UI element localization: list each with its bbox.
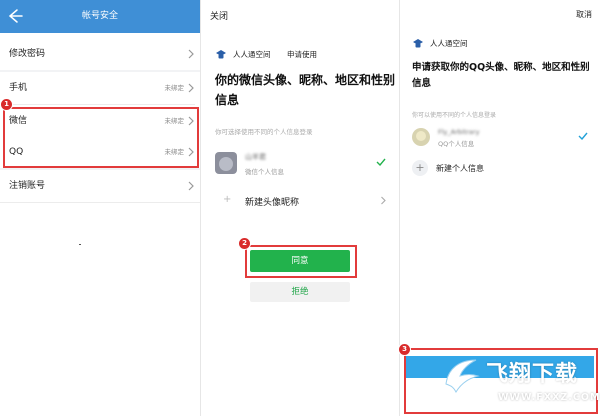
new-profile-label: 新建个人信息: [436, 164, 484, 173]
agree-button[interactable]: 同意: [250, 250, 350, 272]
chevron-right-icon: [188, 49, 194, 59]
step-badge-3: 3: [398, 343, 411, 356]
watermark-logo-icon: [445, 359, 480, 394]
app-logo-icon: [413, 39, 423, 48]
cancel-button[interactable]: 取消: [576, 9, 592, 20]
choose-hint: 你可选择使用不同的个人信息登录: [215, 128, 313, 136]
row-change-password[interactable]: 修改密码: [0, 38, 200, 70]
app-name: 人人通空间: [233, 50, 271, 59]
back-arrow-icon[interactable]: [6, 7, 24, 25]
profile-subtitle: QQ个人信息: [438, 140, 475, 148]
header-bar: 帐号安全: [0, 0, 200, 33]
watermark-title: 飞翔下载: [486, 362, 579, 387]
watermark: 飞翔下载 WWW.FXXZ.COM: [438, 352, 600, 414]
app-logo-icon: [216, 50, 226, 59]
chevron-right-icon: [381, 196, 386, 205]
plus-icon: +: [223, 194, 232, 205]
step-badge-2: 2: [238, 237, 251, 250]
highlight-box-1: [3, 107, 199, 168]
chevron-right-icon: [188, 181, 194, 191]
reject-button[interactable]: 拒绝: [250, 282, 350, 302]
watermark-url: WWW.FXXZ.COM: [498, 392, 600, 403]
stray-dot: [79, 244, 81, 245]
row-label: 注销账号: [9, 181, 46, 191]
app-name: 人人通空间: [430, 39, 468, 48]
auth-heading: 你的微信头像、昵称、地区和性别信息: [215, 73, 396, 107]
profile-name: 山羊君: [245, 153, 266, 161]
account-security-panel: 帐号安全 修改密码 手机 未绑定 微信 未绑定 QQ 未绑定 注销账号 1: [0, 0, 200, 416]
new-profile-label: 新建头像昵称: [245, 198, 300, 208]
profile-name: Fly_Arbitrary: [438, 128, 480, 136]
profile-subtitle: 微信个人信息: [245, 168, 284, 176]
choose-hint: 你可以使用不同的个人信息登录: [412, 112, 497, 119]
row-status: 未绑定: [164, 84, 185, 92]
chevron-right-icon: [188, 83, 194, 93]
row-delete-account[interactable]: 注销账号: [0, 170, 200, 202]
request-label: 申请使用: [287, 50, 317, 59]
step-badge-1: 1: [0, 98, 13, 111]
row-label: 手机: [9, 83, 28, 93]
check-icon: [376, 158, 386, 166]
page-title: 帐号安全: [81, 11, 118, 21]
check-icon: [578, 132, 588, 140]
close-button[interactable]: 关闭: [210, 9, 228, 22]
avatar: [215, 152, 237, 174]
divider: [0, 202, 200, 203]
row-phone[interactable]: 手机 未绑定: [0, 72, 200, 104]
auth-heading: 申请获取你的QQ头像、昵称、地区和性别信息: [412, 62, 590, 89]
row-label: 修改密码: [9, 49, 46, 59]
qq-auth-panel: 取消 人人通空间 申请获取你的QQ头像、昵称、地区和性别信息 你可以使用不同的个…: [398, 0, 600, 416]
plus-icon: +: [412, 160, 428, 176]
avatar: [412, 128, 430, 146]
wechat-auth-panel: 关闭 人人通空间 申请使用 你的微信头像、昵称、地区和性别信息 你可选择使用不同…: [201, 0, 399, 416]
